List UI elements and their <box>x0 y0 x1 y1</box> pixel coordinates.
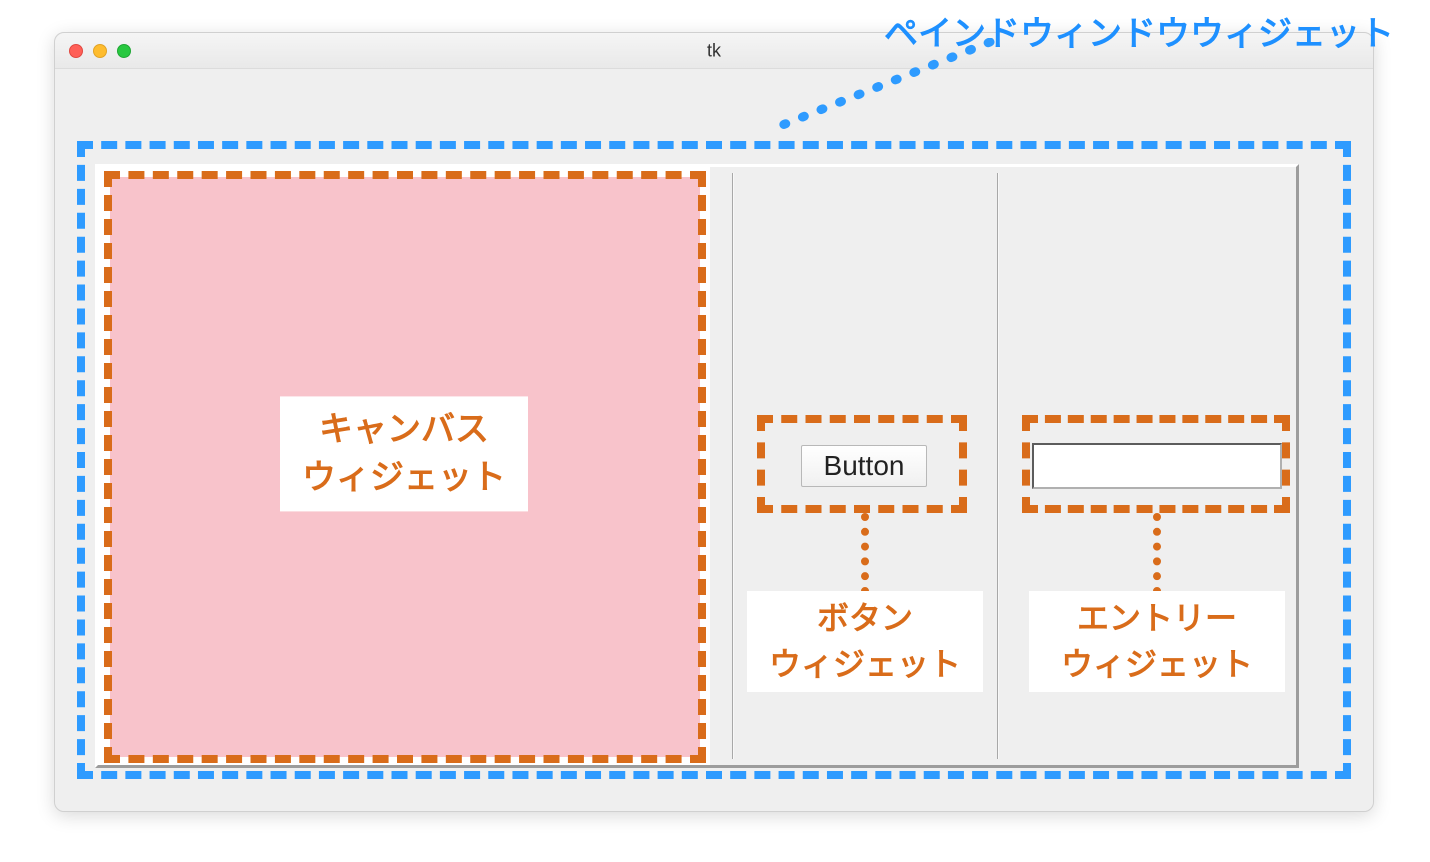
paned-window: キャンバス ウィジェット Button ボタン ウィジェット <box>95 164 1299 768</box>
canvas-label-line1: キャンバス <box>319 410 489 448</box>
button-pane: Button ボタン ウィジェット <box>753 167 975 765</box>
button-widget[interactable]: Button <box>801 445 928 487</box>
window-body: キャンバス ウィジェット Button ボタン ウィジェット <box>55 69 1373 811</box>
sash-line-icon <box>732 173 734 759</box>
window-title: tk <box>707 40 721 61</box>
button-label-line1: ボタン <box>817 600 913 636</box>
entry-annotation-label: エントリー ウィジェット <box>1029 591 1285 692</box>
close-icon[interactable] <box>69 44 83 58</box>
entry-label-line1: エントリー <box>1077 600 1237 636</box>
minimize-icon[interactable] <box>93 44 107 58</box>
entry-label-line2: ウィジェット <box>1061 646 1253 682</box>
tk-root-window: tk キャンバス ウィジェット Button <box>54 32 1374 812</box>
canvas-label-line2: ウィジェット <box>302 458 506 496</box>
button-label-line2: ウィジェット <box>769 646 961 682</box>
sash-line-icon <box>997 173 999 759</box>
panedwindow-annotation-label: ペインドウィンドウウィジェット <box>884 6 1394 55</box>
zoom-icon[interactable] <box>117 44 131 58</box>
entry-pane: エントリー ウィジェット <box>1018 167 1296 765</box>
entry-widget[interactable] <box>1032 443 1282 489</box>
traffic-lights <box>69 44 131 58</box>
button-connector-line <box>861 513 869 595</box>
canvas-pane: キャンバス ウィジェット <box>98 167 710 765</box>
canvas-annotation-label: キャンバス ウィジェット <box>280 396 528 511</box>
button-annotation-label: ボタン ウィジェット <box>747 591 983 692</box>
entry-connector-line <box>1153 513 1161 595</box>
